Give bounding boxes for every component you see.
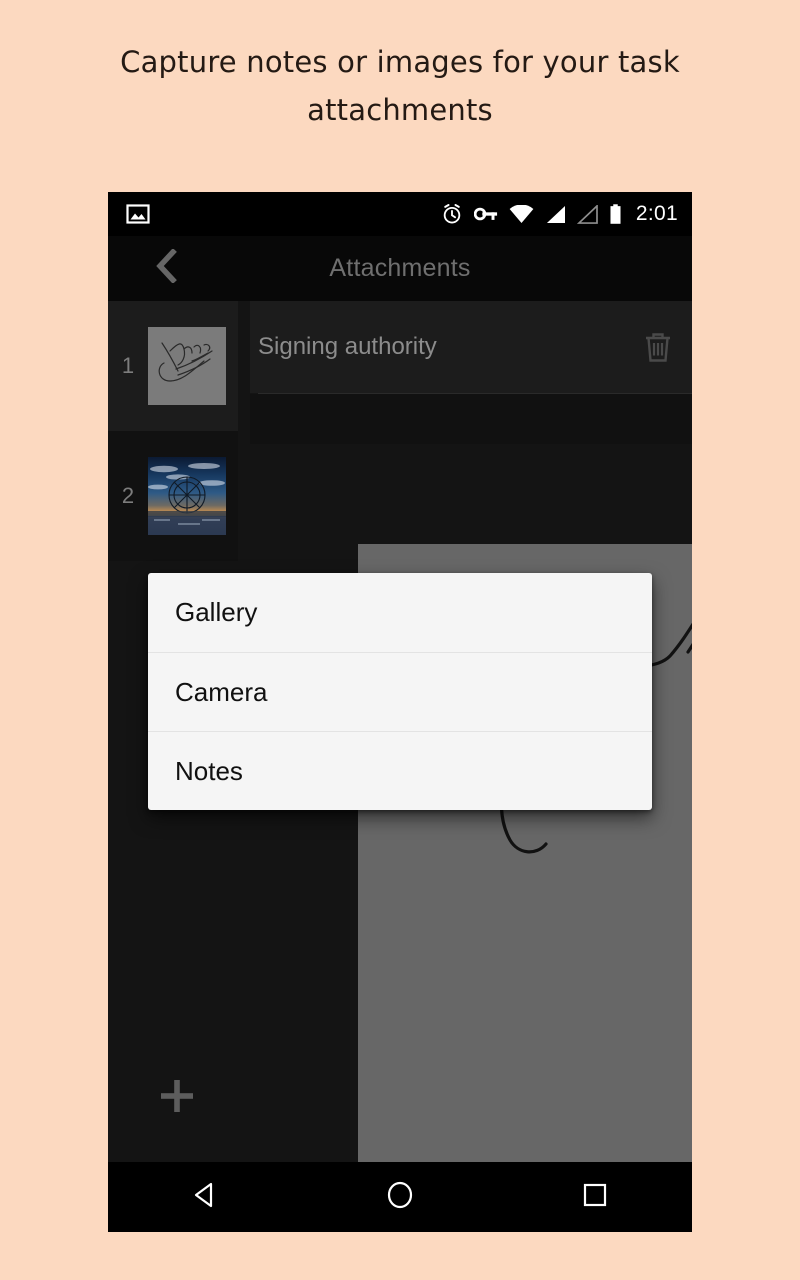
android-nav-bar bbox=[108, 1162, 692, 1232]
nav-back-button[interactable] bbox=[170, 1162, 240, 1232]
dialog-option-camera[interactable]: Camera bbox=[148, 652, 652, 731]
dialog-option-camera-label: Camera bbox=[175, 676, 268, 707]
dialog-option-gallery-label: Gallery bbox=[175, 597, 258, 627]
attachment-source-dialog: Gallery Camera Notes bbox=[148, 573, 652, 810]
circle-home-icon bbox=[385, 1180, 415, 1215]
screenshot-root: Capture notes or images for your task at… bbox=[0, 0, 800, 1280]
dialog-option-notes-label: Notes bbox=[175, 755, 243, 786]
promo-caption-line1: Capture notes or images for your task bbox=[120, 45, 680, 79]
dialog-option-gallery[interactable]: Gallery bbox=[148, 573, 652, 652]
nav-recents-button[interactable] bbox=[560, 1162, 630, 1232]
phone-screen: 2:01 Attachments 1 2 Signing authority G… bbox=[108, 192, 692, 1232]
nav-home-button[interactable] bbox=[365, 1162, 435, 1232]
dialog-scrim[interactable]: Gallery Camera Notes bbox=[108, 192, 692, 1232]
dialog-option-notes[interactable]: Notes bbox=[148, 731, 652, 810]
promo-caption: Capture notes or images for your task at… bbox=[60, 38, 740, 134]
promo-caption-line2: attachments bbox=[307, 93, 493, 127]
triangle-back-icon bbox=[190, 1180, 220, 1215]
square-recents-icon bbox=[581, 1181, 609, 1214]
